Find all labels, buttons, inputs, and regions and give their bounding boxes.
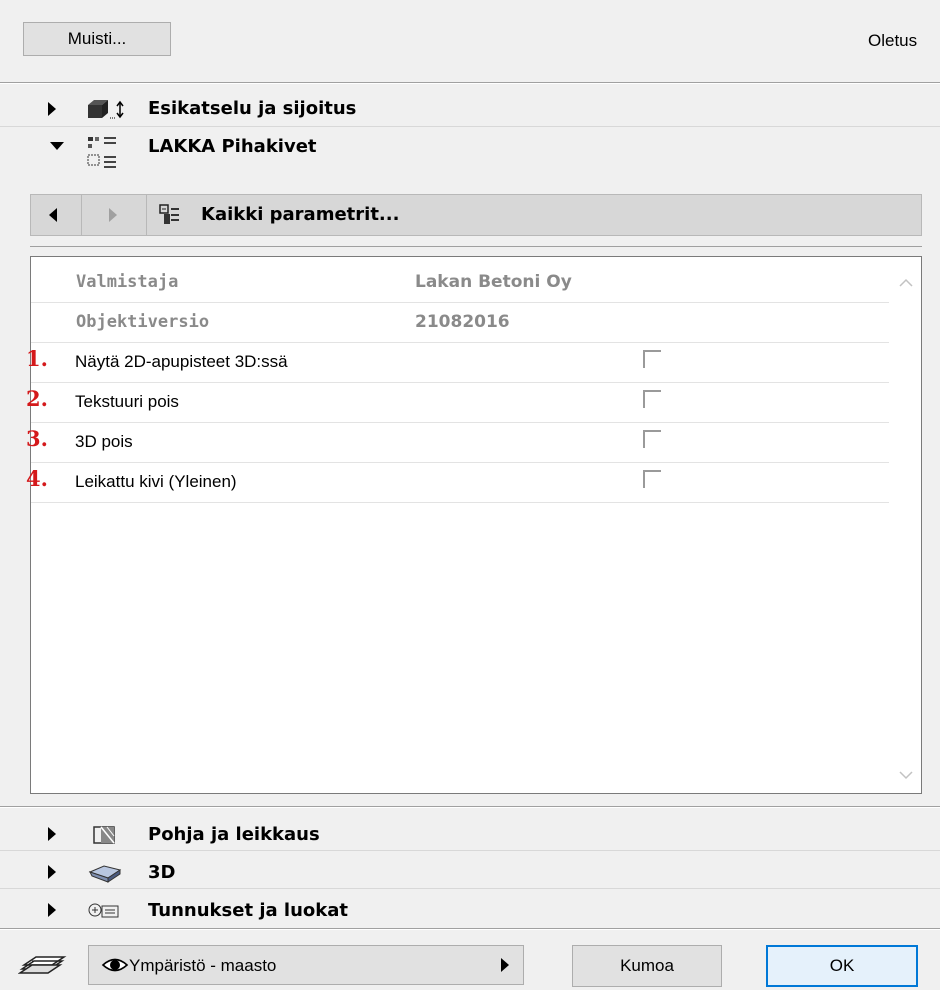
all-params-icon	[159, 204, 181, 226]
expand-arrow-icon[interactable]	[48, 102, 56, 116]
section-ids-categories[interactable]: Tunnukset ja luokat	[0, 898, 940, 924]
row-number: 4.	[26, 466, 48, 491]
id-categories-icon	[88, 901, 124, 921]
param-row-cut-stone[interactable]: 4. Leikattu kivi (Yleinen)	[26, 463, 889, 503]
param-name: Näytä 2D-apupisteet 3D:ssä	[75, 352, 288, 371]
box-placement-icon	[86, 99, 132, 119]
parameter-list[interactable]: Valmistaja Lakan Betoni Oy Objektiversio…	[26, 256, 922, 794]
param-value: Lakan Betoni Oy	[415, 272, 572, 292]
all-params-title[interactable]: Kaikki parametrit...	[201, 204, 399, 225]
section-3d[interactable]: 3D	[0, 860, 940, 886]
row-number: 1.	[26, 346, 48, 371]
param-row-object-version[interactable]: Objektiversio 21082016	[31, 303, 889, 343]
expand-arrow-icon[interactable]	[48, 865, 56, 879]
floor-plan-section-icon	[92, 824, 122, 846]
memory-button[interactable]: Muisti...	[23, 22, 171, 56]
section-floor-plan-section[interactable]: Pohja ja leikkaus	[0, 822, 940, 848]
param-row-manufacturer[interactable]: Valmistaja Lakan Betoni Oy	[31, 263, 889, 303]
section-label: LAKKA Pihakivet	[148, 136, 317, 157]
layers-icon[interactable]	[17, 949, 70, 975]
param-checkbox[interactable]	[643, 430, 661, 448]
param-row-texture-off[interactable]: 2. Tekstuuri pois	[26, 383, 889, 423]
expand-arrow-icon[interactable]	[48, 903, 56, 917]
layer-selector[interactable]: Ympäristö - maasto	[88, 945, 524, 985]
scrollbar[interactable]	[893, 257, 921, 793]
param-nav-bar: Kaikki parametrit...	[30, 194, 922, 236]
param-row-show-2d-hotspots[interactable]: 1. Näytä 2D-apupisteet 3D:ssä	[26, 343, 889, 383]
submenu-arrow-icon	[501, 958, 509, 972]
param-name: Valmistaja	[76, 272, 179, 292]
layer-name: Ympäristö - maasto	[129, 956, 277, 975]
section-label: Tunnukset ja luokat	[148, 900, 348, 921]
object-params-icon	[86, 134, 130, 176]
param-name: Leikattu kivi (Yleinen)	[75, 472, 237, 491]
triangle-left-icon	[49, 208, 57, 222]
back-button[interactable]	[31, 195, 82, 235]
ok-button[interactable]: OK	[766, 945, 918, 987]
eye-icon	[101, 955, 129, 975]
param-row-3d-off[interactable]: 3. 3D pois	[26, 423, 889, 463]
section-label: Esikatselu ja sijoitus	[148, 98, 357, 119]
param-name: 3D pois	[75, 432, 133, 451]
default-label: Oletus	[868, 31, 918, 50]
param-checkbox[interactable]	[643, 390, 661, 408]
param-checkbox[interactable]	[643, 350, 661, 368]
section-preview-placement[interactable]: Esikatselu ja sijoitus	[0, 96, 940, 122]
param-name: Tekstuuri pois	[75, 392, 179, 411]
row-number: 3.	[26, 426, 48, 451]
expand-arrow-icon[interactable]	[48, 827, 56, 841]
scroll-up-icon[interactable]	[899, 273, 913, 292]
section-label: 3D	[148, 862, 176, 883]
param-name: Objektiversio	[76, 312, 210, 332]
param-value: 21082016	[415, 312, 510, 332]
section-label: Pohja ja leikkaus	[148, 824, 320, 845]
collapse-arrow-icon[interactable]	[50, 142, 64, 150]
scroll-down-icon[interactable]	[899, 765, 913, 784]
forward-button[interactable]	[82, 195, 147, 235]
triangle-right-icon	[109, 208, 117, 222]
section-lakka-pihakivet[interactable]: LAKKA Pihakivet	[0, 132, 940, 180]
param-checkbox[interactable]	[643, 470, 661, 488]
cancel-button[interactable]: Kumoa	[572, 945, 722, 987]
3d-shape-icon	[88, 862, 124, 884]
row-number: 2.	[26, 386, 48, 411]
